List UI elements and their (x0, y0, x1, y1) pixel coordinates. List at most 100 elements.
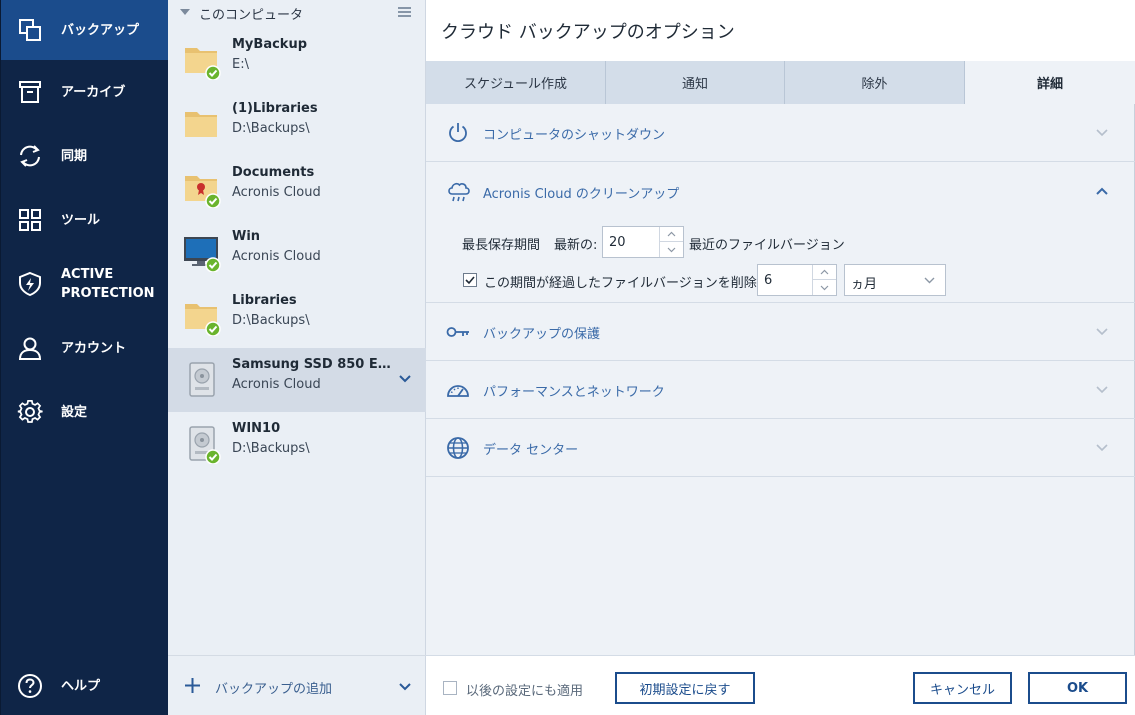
apply-to-future-checkbox[interactable] (443, 681, 457, 695)
chevron-down-icon (1096, 444, 1108, 452)
main-navigation: バックアップ アーカイブ 同期 ツール ACTIVE PROTECTION アカ… (0, 0, 169, 715)
chevron-up-icon (1096, 187, 1108, 195)
nav-settings[interactable]: 設定 (1, 382, 169, 442)
power-icon (449, 123, 467, 143)
backup-destination: Acronis Cloud (232, 377, 321, 392)
nav-active-protection[interactable]: ACTIVE PROTECTION (1, 254, 169, 314)
settings-gear-icon (17, 399, 43, 425)
options-pane: クラウド バックアップのオプション スケジュール作成 通知 除外 詳細 コンピュ… (426, 0, 1135, 715)
section-cloud-cleanup: Acronis Cloud のクリーンアップ 最長保存期間 最新の: 20 最近… (426, 162, 1135, 303)
decrement-arrow-icon[interactable] (660, 242, 683, 257)
nav-sync[interactable]: 同期 (1, 126, 169, 186)
globe-icon (447, 437, 469, 459)
add-backup-button[interactable]: バックアップの追加 (168, 655, 426, 715)
backup-item[interactable]: WIN10 D:\Backups\ (168, 412, 426, 476)
nav-label: アカウント (61, 340, 127, 356)
period-unit-select[interactable]: ヵ月 (844, 264, 946, 296)
sync-icon (17, 143, 43, 169)
gauge-icon (447, 385, 469, 397)
backup-item-selected[interactable]: Samsung SSD 850 EVO Acronis Cloud (168, 348, 426, 412)
options-title-bar: クラウド バックアップのオプション (426, 0, 1135, 61)
help-question-icon (17, 673, 43, 699)
period-stepper[interactable]: 6 (757, 264, 837, 296)
period-unit-value: ヵ月 (851, 277, 878, 292)
backup-destination: D:\Backups\ (232, 313, 310, 328)
backup-list-panel: このコンピュータ MyBackup E:\ (1)Libraries D:\Ba… (168, 0, 426, 715)
cloud-rain-icon (448, 182, 470, 202)
delete-older-checkbox[interactable] (463, 273, 477, 287)
section-backup-protection[interactable]: バックアップの保護 (426, 303, 1135, 361)
decrement-arrow-icon[interactable] (813, 280, 836, 295)
tab-exclusions[interactable]: 除外 (785, 61, 965, 104)
tab-notifications[interactable]: 通知 (606, 61, 785, 104)
shield-lightning-icon (17, 271, 43, 297)
section-performance-network[interactable]: パフォーマンスとネットワーク (426, 361, 1135, 419)
stepper-buttons (659, 227, 683, 257)
section-cloud-cleanup-header[interactable]: Acronis Cloud のクリーンアップ (426, 162, 1135, 220)
section-label: コンピュータのシャットダウン (483, 128, 666, 143)
nav-help[interactable]: ヘルプ (1, 656, 169, 715)
versions-label: 最近のファイルバージョン (689, 238, 845, 253)
monitor-ok-icon (184, 237, 221, 272)
backup-copy-icon (17, 17, 43, 43)
account-person-icon (17, 335, 43, 361)
backup-destination: Acronis Cloud (232, 185, 321, 200)
plus-icon (185, 678, 200, 693)
backup-item[interactable]: (1)Libraries D:\Backups\ (168, 92, 426, 156)
delete-older-label: この期間が経過したファイルバージョンを削除する: (484, 276, 788, 291)
folder-icon (185, 112, 217, 137)
options-footer: 以後の設定にも適用 初期設定に戻す キャンセル OK (426, 655, 1135, 715)
checkmark-icon (465, 276, 475, 285)
collapse-triangle-icon[interactable] (180, 9, 190, 15)
chevron-down-icon[interactable] (399, 682, 411, 692)
delete-older-row: この期間が経過したファイルバージョンを削除する: 6 ヵ月 (462, 264, 1102, 296)
chevron-down-icon (1096, 386, 1108, 394)
tab-advanced[interactable]: 詳細 (965, 61, 1135, 104)
nav-tools[interactable]: ツール (1, 190, 169, 250)
nav-archive[interactable]: アーカイブ (1, 62, 169, 122)
backup-destination: D:\Backups\ (232, 441, 310, 456)
nav-label: ツール (61, 212, 101, 228)
folder-ok-icon (185, 304, 221, 336)
backup-item[interactable]: Documents Acronis Cloud (168, 156, 426, 220)
retention-row: 最長保存期間 最新の: 20 最近のファイルバージョン (462, 226, 1102, 258)
disk-ok-icon (189, 426, 221, 464)
backup-list-header[interactable]: このコンピュータ (168, 0, 426, 26)
folder-ok-icon (185, 48, 221, 80)
increment-arrow-icon[interactable] (660, 227, 683, 242)
chevron-down-icon (1096, 328, 1108, 336)
nav-label: アーカイブ (61, 84, 126, 100)
nav-label: バックアップ (61, 22, 140, 38)
cancel-button[interactable]: キャンセル (913, 672, 1012, 704)
section-computer-shutdown[interactable]: コンピュータのシャットダウン (426, 104, 1135, 162)
tab-schedule[interactable]: スケジュール作成 (426, 61, 606, 104)
backup-name: (1)Libraries (232, 101, 318, 116)
nav-account[interactable]: アカウント (1, 318, 169, 378)
chevron-down-icon[interactable] (399, 374, 411, 384)
backup-item[interactable]: MyBackup E:\ (168, 28, 426, 92)
reset-defaults-button[interactable]: 初期設定に戻す (615, 672, 755, 704)
increment-arrow-icon[interactable] (813, 265, 836, 280)
apply-to-future-label: 以後の設定にも適用 (466, 684, 584, 699)
backup-name: Win (232, 229, 261, 244)
archive-icon (17, 79, 43, 105)
backup-name: Documents (232, 165, 315, 180)
disk-icon (189, 362, 215, 397)
ok-button[interactable]: OK (1028, 672, 1127, 704)
section-label: バックアップの保護 (483, 327, 601, 342)
backup-item[interactable]: Libraries D:\Backups\ (168, 284, 426, 348)
section-label: Acronis Cloud のクリーンアップ (483, 187, 680, 202)
tools-grid-icon (17, 207, 43, 233)
latest-versions-stepper[interactable]: 20 (602, 226, 684, 258)
nav-label: ACTIVE PROTECTION (61, 267, 155, 301)
nav-backup[interactable]: バックアップ (1, 0, 169, 60)
backup-name: Libraries (232, 293, 297, 308)
latest-label: 最新の: (554, 238, 598, 253)
section-data-center[interactable]: データ センター (426, 419, 1135, 477)
backup-destination: D:\Backups\ (232, 121, 310, 136)
backup-name: Samsung SSD 850 EVO (232, 357, 392, 372)
hamburger-menu-icon[interactable] (398, 7, 411, 17)
backup-item[interactable]: Win Acronis Cloud (168, 220, 426, 284)
backup-name: MyBackup (232, 37, 308, 52)
chevron-down-icon (924, 277, 935, 284)
